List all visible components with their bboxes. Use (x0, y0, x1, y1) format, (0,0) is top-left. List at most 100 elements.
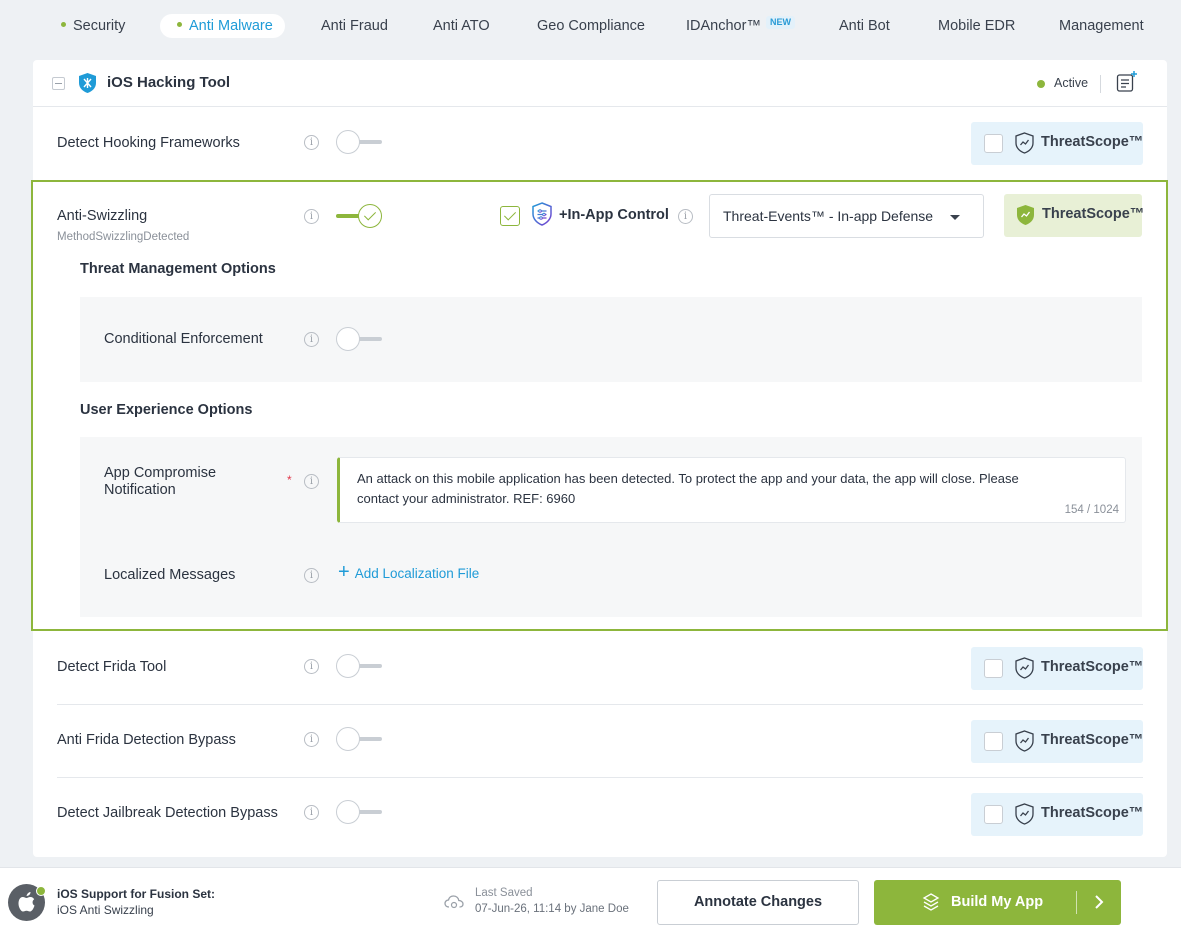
tab-anti-malware[interactable]: Anti Malware (160, 14, 285, 38)
defense-select[interactable]: Threat-Events™ - In-app Defense (709, 194, 984, 238)
add-localization-link[interactable]: + Add Localization File (338, 561, 480, 586)
threatscope-label: ThreatScope™ (1042, 206, 1145, 222)
threatscope-frida: ThreatScope™ (971, 647, 1143, 690)
frida-toggle[interactable] (336, 654, 382, 678)
frida-label: Detect Frida Tool (57, 659, 167, 675)
tab-label: Mobile EDR (938, 18, 1016, 34)
tab-label: Anti Bot (839, 18, 890, 34)
info-icon[interactable]: i (678, 209, 693, 224)
localized-messages-label: Localized Messages (104, 567, 236, 583)
status-label: Active (1054, 76, 1089, 90)
fusion-set-name: iOS Anti Swizzling (57, 903, 154, 917)
info-icon[interactable]: i (304, 474, 319, 489)
threatscope-swizzling[interactable]: ThreatScope™ (1004, 194, 1145, 237)
tab-anti-bot[interactable]: Anti Bot (839, 14, 890, 38)
chevron-down-icon (950, 215, 960, 220)
anti-swizzling-section: Anti-Swizzling MethodSwizzlingDetected i… (31, 180, 1168, 631)
threatscope-shield-icon (1015, 132, 1034, 154)
threatscope-shield-icon (1015, 657, 1034, 679)
build-icon (922, 893, 940, 911)
defense-select-value: Threat-Events™ - In-app Defense (723, 208, 934, 224)
last-saved-label: Last Saved (475, 887, 533, 899)
swizzling-event-name: MethodSwizzlingDetected (57, 231, 190, 243)
in-app-control-label: +In-App Control (559, 207, 669, 223)
threatscope-shield-icon (1017, 205, 1034, 225)
threat-management-title: Threat Management Options (80, 261, 276, 277)
threatscope-label: ThreatScope™ (1041, 805, 1144, 821)
threatscope-checkbox[interactable] (984, 659, 1003, 678)
fusion-set-label: iOS Support for Fusion Set: (57, 887, 215, 901)
swizzling-label: Anti-Swizzling (57, 208, 148, 224)
character-count: 154 / 1024 (1064, 504, 1119, 516)
threat-management-panel: Conditional Enforcement i (80, 297, 1142, 382)
tab-anti-ato[interactable]: Anti ATO (433, 14, 490, 38)
threatscope-hooking: ThreatScope™ (971, 122, 1143, 165)
new-badge: NEW (765, 15, 795, 29)
active-status-dot (1037, 80, 1045, 88)
info-icon[interactable]: i (304, 568, 319, 583)
ios-shield-icon (79, 73, 96, 93)
tab-label: Geo Compliance (537, 18, 645, 34)
cloud-icon (444, 895, 464, 909)
info-icon[interactable]: i (304, 135, 319, 150)
in-app-control-checkbox[interactable] (500, 206, 520, 226)
add-note-icon[interactable] (1116, 70, 1138, 94)
user-experience-title: User Experience Options (80, 402, 253, 418)
plus-icon: + (338, 561, 350, 583)
required-mark: * (287, 473, 292, 487)
top-tabs: Security Anti Malware Anti Fraud Anti AT… (0, 0, 1181, 54)
jailbreak-bypass-label: Detect Jailbreak Detection Bypass (57, 805, 278, 821)
conditional-enforcement-toggle[interactable] (336, 327, 382, 351)
tab-label: Anti Fraud (321, 18, 388, 34)
threatscope-label: ThreatScope™ (1041, 659, 1144, 675)
swizzling-toggle[interactable] (336, 204, 382, 228)
info-icon[interactable]: i (304, 805, 319, 820)
jailbreak-bypass-toggle[interactable] (336, 800, 382, 824)
tab-label: Management (1059, 18, 1144, 34)
tab-security[interactable]: Security (61, 14, 125, 38)
info-icon[interactable]: i (304, 209, 319, 224)
hooking-toggle[interactable] (336, 130, 382, 154)
card-header: iOS Hacking Tool Active (33, 60, 1167, 107)
last-saved-value: 07-Jun-26, 11:14 by Jane Doe (475, 903, 629, 915)
row-divider (57, 704, 1143, 705)
notification-label: App Compromise Notification (104, 465, 217, 498)
notification-textarea[interactable]: An attack on this mobile application has… (337, 457, 1126, 523)
threatscope-label: ThreatScope™ (1041, 732, 1144, 748)
info-icon[interactable]: i (304, 332, 319, 347)
build-label: Build My App (951, 894, 1044, 910)
platform-status-dot (36, 886, 46, 896)
in-app-control-icon (532, 202, 552, 226)
threatscope-shield-icon (1015, 730, 1034, 752)
tab-label: Anti ATO (433, 18, 490, 34)
add-localization-label: Add Localization File (354, 566, 480, 582)
button-divider (1076, 891, 1077, 914)
threatscope-checkbox[interactable] (984, 805, 1003, 824)
tab-geo-compliance[interactable]: Geo Compliance (537, 14, 645, 38)
card-title: iOS Hacking Tool (107, 74, 231, 91)
user-experience-panel: App Compromise Notification * i An attac… (80, 437, 1142, 617)
collapse-icon[interactable] (52, 77, 65, 90)
frida-bypass-label: Anti Frida Detection Bypass (57, 732, 236, 748)
info-icon[interactable]: i (304, 659, 319, 674)
tab-label: IDAnchor™ (686, 18, 761, 34)
build-my-app-button[interactable]: Build My App (874, 880, 1121, 925)
tab-label: Security (73, 18, 126, 34)
tab-management[interactable]: Management (1059, 14, 1144, 38)
hooking-label: Detect Hooking Frameworks (57, 135, 240, 151)
status-dot (177, 21, 182, 27)
tab-mobile-edr[interactable]: Mobile EDR (938, 14, 1015, 38)
conditional-enforcement-label: Conditional Enforcement (104, 331, 263, 347)
status-dot (61, 21, 66, 27)
threatscope-shield-icon (1015, 803, 1034, 825)
row-divider (57, 777, 1143, 778)
threatscope-checkbox[interactable] (984, 732, 1003, 751)
frida-bypass-toggle[interactable] (336, 727, 382, 751)
threatscope-label: ThreatScope™ (1041, 134, 1144, 150)
tab-anti-fraud[interactable]: Anti Fraud (321, 14, 388, 38)
annotate-changes-button[interactable]: Annotate Changes (657, 880, 859, 925)
info-icon[interactable]: i (304, 732, 319, 747)
threatscope-checkbox[interactable] (984, 134, 1003, 153)
tab-idanchor[interactable]: IDAnchor™ NEW (686, 14, 795, 38)
chevron-right-icon[interactable] (1088, 891, 1110, 913)
